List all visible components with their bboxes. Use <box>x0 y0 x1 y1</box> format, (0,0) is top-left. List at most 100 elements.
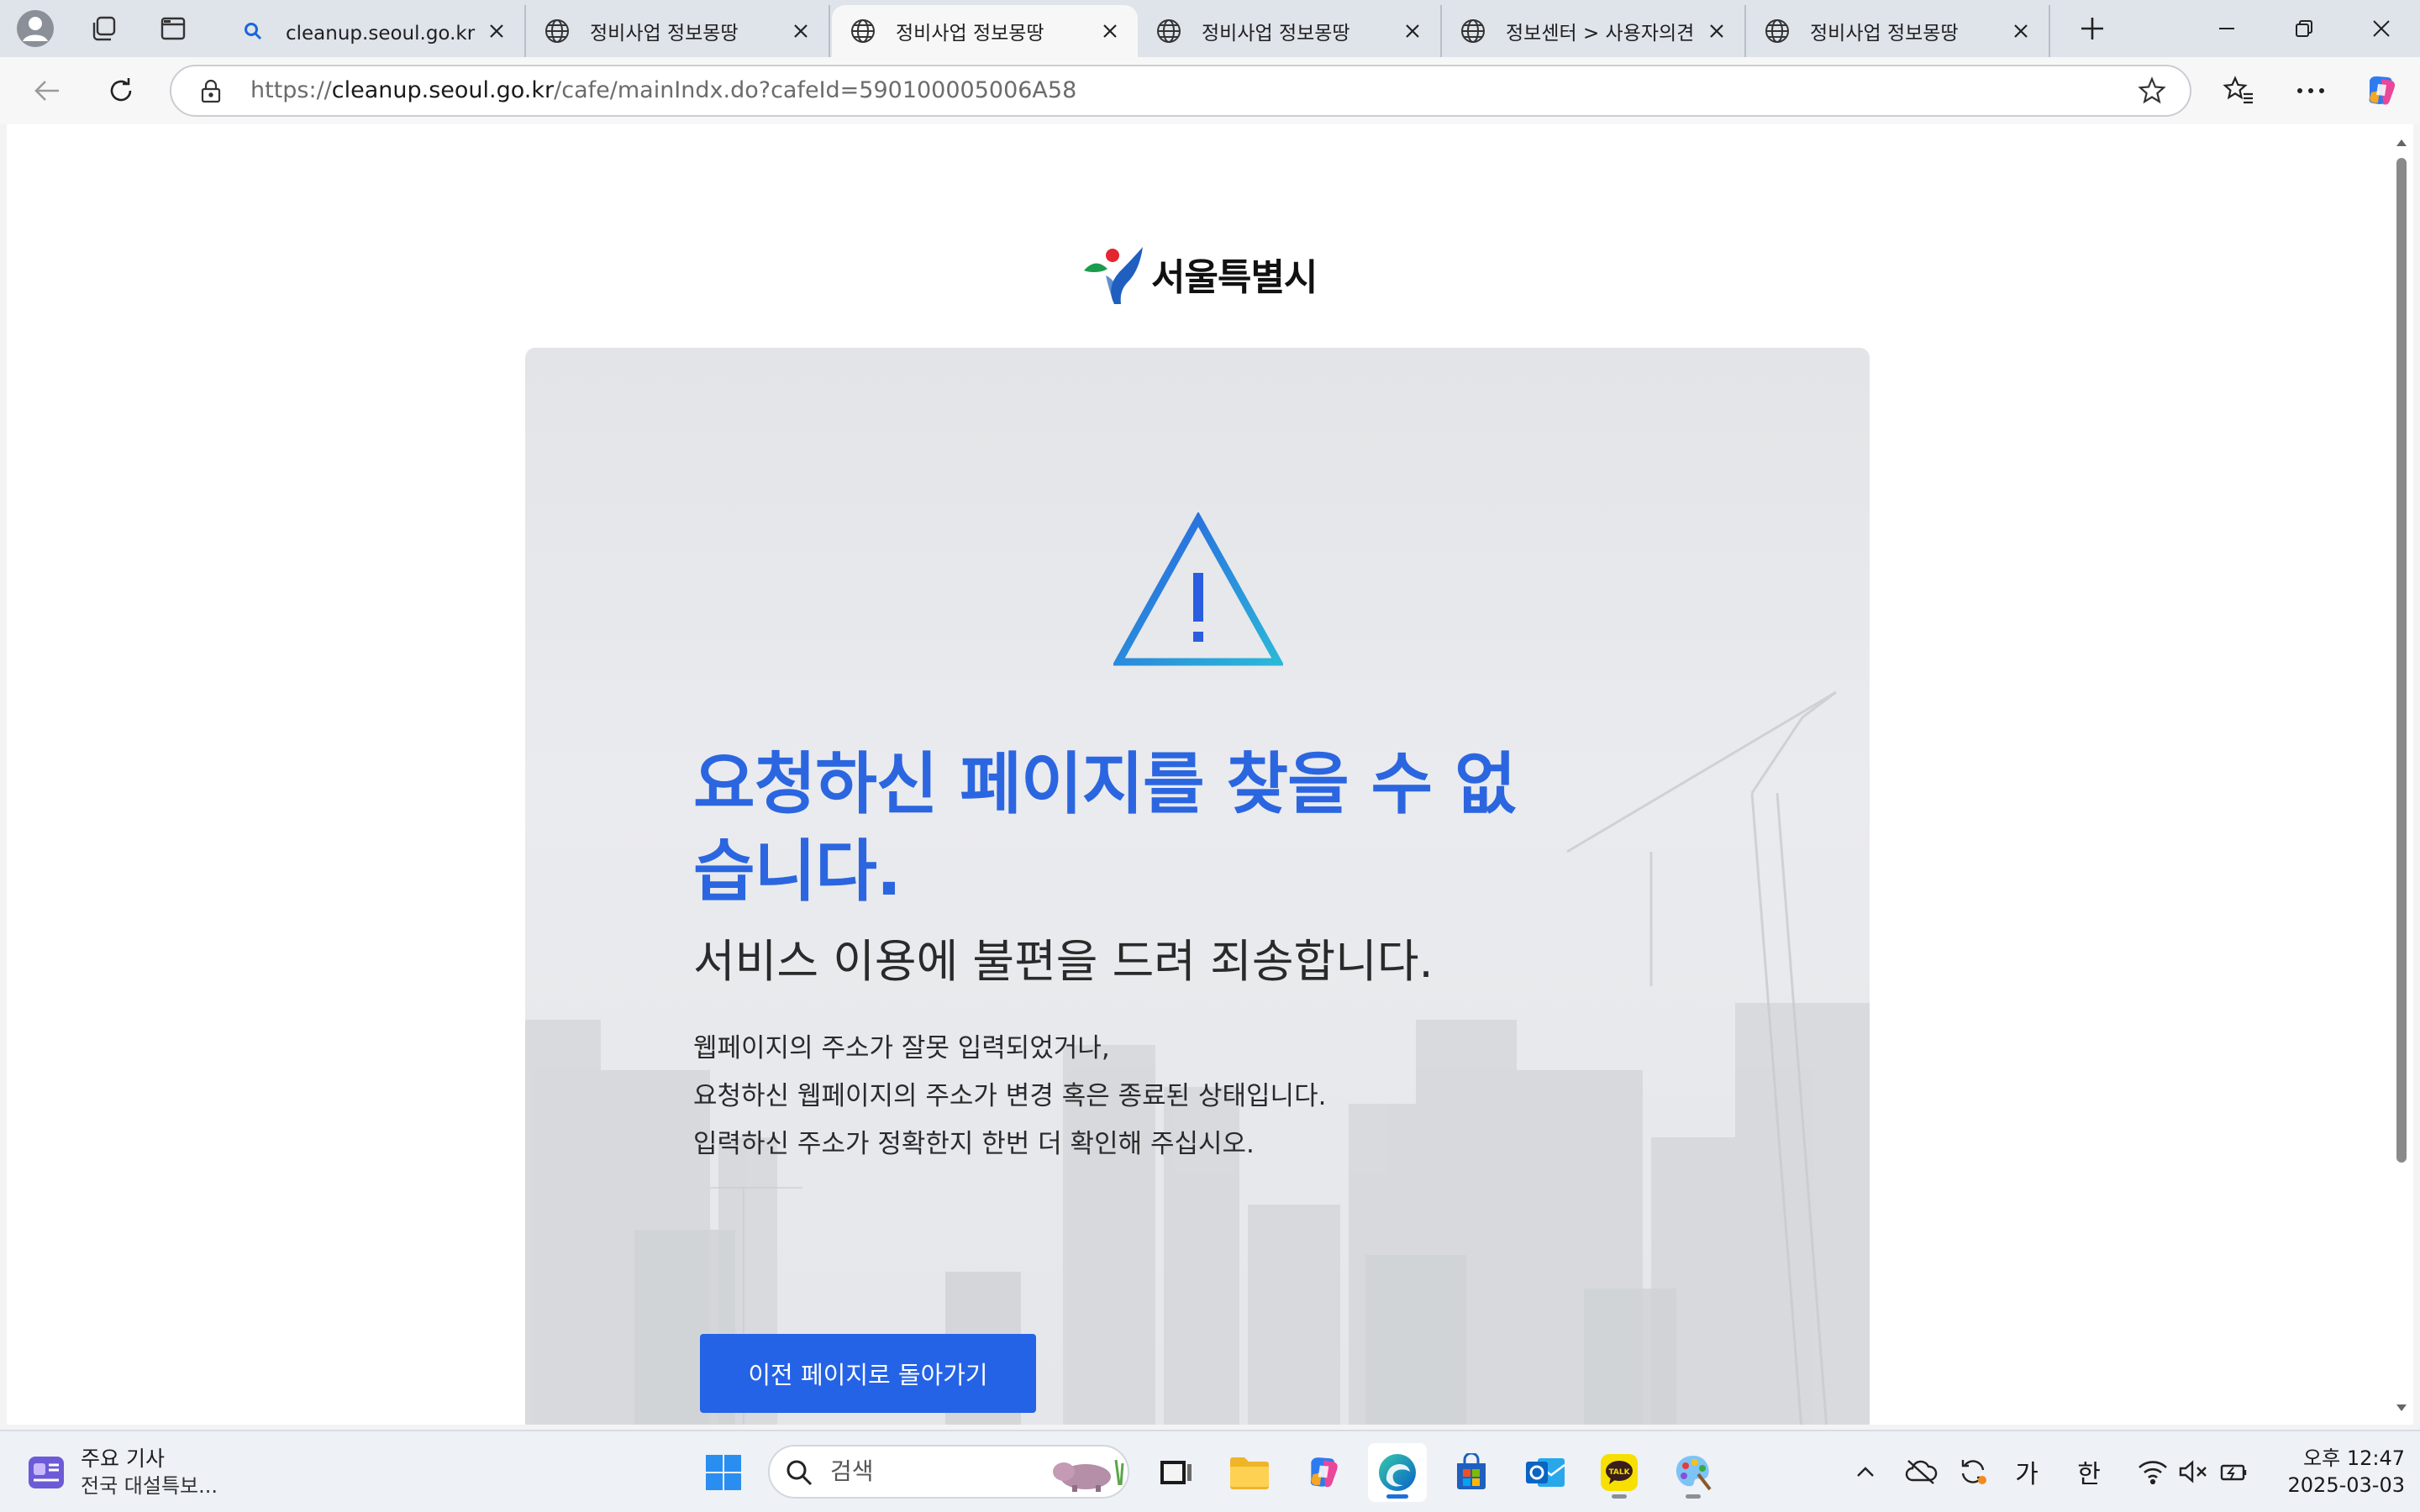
close-tab-icon[interactable] <box>1097 18 1123 44</box>
close-window-button[interactable] <box>2343 0 2420 57</box>
minimize-button[interactable] <box>2188 0 2265 57</box>
tab-title: 정비사업 정보몽땅 <box>590 23 739 45</box>
windows-logo-icon <box>704 1453 743 1492</box>
file-explorer-app[interactable] <box>1220 1443 1279 1502</box>
error-title: 요청하신 페이지를 찾을 수 없습니다. <box>693 745 1517 911</box>
close-tab-icon[interactable] <box>2008 18 2033 44</box>
settings-more-button[interactable] <box>2287 67 2334 114</box>
kakaotalk-icon: TALK <box>1599 1452 1639 1493</box>
seoul-logo[interactable]: 서울특별시 <box>1081 240 1318 307</box>
tab-3-active[interactable]: 정비사업 정보몽땅 <box>832 5 1138 57</box>
new-tab-button[interactable] <box>2070 7 2114 50</box>
browser-tab-bar: cleanup.seoul.go.kr - 검색 정비사업 정보몽땅 정비사업 … <box>0 0 2420 57</box>
paint-palette-icon <box>1673 1452 1713 1493</box>
task-view-icon <box>1157 1456 1194 1489</box>
edge-browser-app[interactable] <box>1368 1443 1427 1502</box>
restore-button[interactable] <box>2265 0 2343 57</box>
copilot-button[interactable] <box>2358 67 2405 114</box>
news-widget-icon <box>25 1452 67 1494</box>
scroll-up-arrow-icon[interactable] <box>2395 136 2408 150</box>
tab-1[interactable]: cleanup.seoul.go.kr - 검색 <box>222 5 526 57</box>
tab-5[interactable]: 정보센터 > 사용자의견 <box>1442 5 1746 57</box>
url-path: /cafe/mainIndx.do?cafeId=590100005006A58 <box>554 77 1077 103</box>
tab-actions-button[interactable] <box>151 7 195 50</box>
kakaotalk-app[interactable]: TALK <box>1590 1443 1649 1502</box>
show-hidden-icons-button[interactable] <box>1850 1450 1881 1494</box>
taskbar-search[interactable]: 검색 <box>768 1445 1129 1499</box>
copilot-app[interactable] <box>1294 1443 1353 1502</box>
cloud-offline-icon <box>1904 1458 1938 1485</box>
close-tab-icon[interactable] <box>484 18 509 44</box>
favorites-star-list-icon <box>2223 76 2254 106</box>
onedrive-status[interactable] <box>1902 1450 1939 1494</box>
store-bag-icon <box>1452 1453 1491 1492</box>
ime-mode-indicator[interactable]: 가 <box>2010 1450 2044 1494</box>
address-bar[interactable]: https://cleanup.seoul.go.kr/cafe/mainInd… <box>170 65 2191 117</box>
copilot-icon <box>2363 72 2400 109</box>
task-view-button[interactable] <box>1146 1443 1205 1502</box>
lock-icon[interactable] <box>197 77 225 106</box>
globe-icon <box>1155 17 1183 45</box>
logo-title: 서울특별시 <box>1151 256 1318 299</box>
network-status[interactable] <box>2134 1450 2171 1494</box>
back-nav-button[interactable] <box>24 67 71 114</box>
tab-2[interactable]: 정비사업 정보몽땅 <box>526 5 830 57</box>
microsoft-store-app[interactable] <box>1442 1443 1501 1502</box>
globe-icon <box>1763 17 1791 45</box>
tab-4[interactable]: 정비사업 정보몽땅 <box>1138 5 1442 57</box>
svg-text:TALK: TALK <box>1608 1468 1630 1477</box>
ime-language-indicator[interactable]: 한 <box>2072 1450 2106 1494</box>
chevron-up-icon <box>1855 1465 1876 1478</box>
clock-date: 2025-03-03 <box>2287 1473 2405 1497</box>
error-description-line: 입력하신 주소가 정확한지 한번 더 확인해 주십시오. <box>693 1129 1255 1159</box>
volume-status[interactable] <box>2175 1450 2212 1494</box>
close-icon <box>2371 18 2391 39</box>
add-favorite-star-icon[interactable] <box>2136 75 2168 107</box>
refresh-button[interactable] <box>97 67 145 114</box>
tab-title: 정비사업 정보몽땅 <box>896 23 1044 45</box>
page-viewport: 서울특별시 요청하신 페이지를 찾을 수 없습니다. 서비스 이용에 불편을 드… <box>7 124 2390 1425</box>
favorites-button[interactable] <box>2215 67 2262 114</box>
scroll-down-arrow-icon[interactable] <box>2395 1401 2408 1415</box>
tab-6[interactable]: 정비사업 정보몽땅 <box>1746 5 2050 57</box>
error-description: 웹페이지의 주소가 잘못 입력되었거나, 요청하신 웹페이지의 주소가 변경 혹… <box>693 1025 1618 1168</box>
workspaces-icon <box>90 14 118 43</box>
arrow-left-icon <box>32 76 62 106</box>
profile-avatar-icon <box>16 9 55 48</box>
close-tab-icon[interactable] <box>1400 18 1425 44</box>
sync-status[interactable] <box>1954 1450 1991 1494</box>
page-scrollbar[interactable] <box>2390 124 2413 1425</box>
tab-title: 정비사업 정보몽땅 <box>1810 23 1959 45</box>
profile-button[interactable] <box>13 7 57 50</box>
go-back-button[interactable]: 이전 페이지로 돌아가기 <box>700 1334 1036 1413</box>
news-widget[interactable]: 주요 기사 전국 대설특보... <box>25 1443 218 1502</box>
url-host: cleanup.seoul.go.kr <box>331 77 555 103</box>
workspaces-button[interactable] <box>82 7 126 50</box>
paint-app[interactable] <box>1664 1443 1723 1502</box>
scrollbar-thumb[interactable] <box>2396 158 2407 1163</box>
error-description-line: 요청하신 웹페이지의 주소가 변경 혹은 종료된 상태입니다. <box>693 1081 1327 1111</box>
globe-icon <box>1459 17 1487 45</box>
vertical-tabs-icon <box>159 14 187 43</box>
system-clock[interactable]: 오후 12:47 2025-03-03 <box>2279 1445 2405 1499</box>
seoul-emblem-icon <box>1081 240 1144 307</box>
tab-title: 정비사업 정보몽땅 <box>1202 23 1350 45</box>
battery-status[interactable] <box>2217 1450 2254 1494</box>
running-app-indicator <box>1612 1494 1627 1499</box>
outlook-app[interactable] <box>1516 1443 1575 1502</box>
close-tab-icon[interactable] <box>788 18 813 44</box>
error-card: 요청하신 페이지를 찾을 수 없습니다. 서비스 이용에 불편을 드려 죄송합니… <box>525 348 1870 1425</box>
start-button[interactable] <box>694 1443 753 1502</box>
active-app-indicator <box>1386 1494 1408 1499</box>
close-tab-icon[interactable] <box>1704 18 1729 44</box>
tab-title: cleanup.seoul.go.kr - 검색 <box>286 23 476 45</box>
search-placeholder: 검색 <box>830 1457 874 1485</box>
search-highlight-hippo-icon <box>1053 1459 1124 1492</box>
error-subtitle: 서비스 이용에 불편을 드려 죄송합니다. <box>693 935 1434 988</box>
restore-icon <box>2294 18 2314 39</box>
more-dots-icon <box>2296 87 2325 95</box>
folder-icon <box>1228 1455 1270 1490</box>
url-scheme: https:// <box>250 77 332 103</box>
sync-refresh-icon <box>1956 1455 1990 1488</box>
url-text[interactable]: https://cleanup.seoul.go.kr/cafe/mainInd… <box>250 66 1076 115</box>
